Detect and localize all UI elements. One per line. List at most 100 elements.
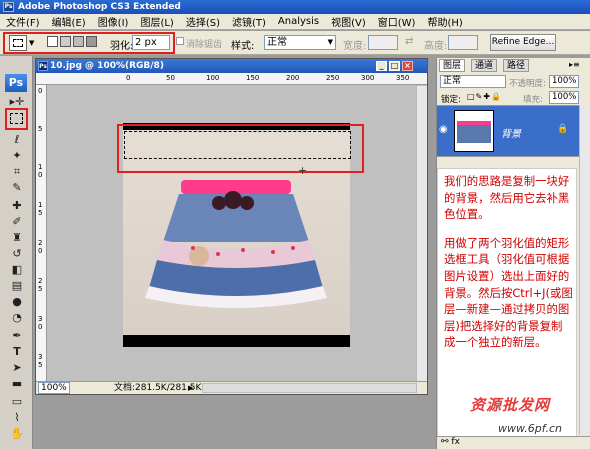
fx-icon[interactable]: fx xyxy=(451,437,460,447)
tab-channels[interactable]: 通道 xyxy=(471,59,498,72)
horizontal-scrollbar[interactable] xyxy=(202,383,417,393)
refine-edge-button[interactable]: Refine Edge... xyxy=(490,34,556,51)
lock-options-icon[interactable]: □✎✚🔒 xyxy=(467,92,502,101)
intersect-selection-icon[interactable] xyxy=(86,36,97,47)
notes-tool-icon[interactable]: ▭ xyxy=(7,394,27,410)
menu-filter[interactable]: 滤镜(T) xyxy=(226,14,272,29)
ruler-h-tick: 50 xyxy=(166,74,175,82)
menu-window[interactable]: 窗口(W) xyxy=(372,14,422,29)
link-layers-icon[interactable]: ⚯ xyxy=(441,437,449,447)
document-status-bar: 100% 文档:281.5K/281.5K ▶ xyxy=(36,381,427,394)
style-value: 正常 xyxy=(267,37,287,48)
photoshop-app-icon: Ps xyxy=(3,2,14,12)
menu-image[interactable]: 图像(I) xyxy=(92,14,135,29)
ruler-h-tick: 150 xyxy=(246,74,260,82)
slice-tool-icon[interactable]: ✎ xyxy=(7,180,27,196)
history-brush-icon[interactable]: ↺ xyxy=(7,246,27,262)
annotation-para-1: 我们的思路是复制一块好的背景，然后用它去补黑色位置。 xyxy=(444,174,570,222)
ruler-v-tick: 0 xyxy=(38,87,43,95)
preset-dropdown-arrow-icon[interactable]: ▼ xyxy=(29,39,34,47)
feather-label: 羽化: xyxy=(110,41,134,52)
magic-wand-tool-icon[interactable]: ✦ xyxy=(7,148,27,164)
menu-bar: 文件(F) 编辑(E) 图像(I) 图层(L) 选择(S) 滤镜(T) Anal… xyxy=(0,14,590,30)
canvas-area[interactable]: + xyxy=(48,86,415,381)
blend-mode-select[interactable]: 正常 xyxy=(440,75,506,88)
lasso-tool-icon[interactable]: ℓ xyxy=(7,132,27,148)
menu-view[interactable]: 视图(V) xyxy=(325,14,372,29)
brush-tool-icon[interactable]: ✐ xyxy=(7,214,27,230)
layers-scrollbar[interactable] xyxy=(579,105,590,435)
ruler-h-tick: 0 xyxy=(126,74,131,82)
pen-tool-icon[interactable]: ✒ xyxy=(7,328,27,344)
vertical-scrollbar[interactable] xyxy=(416,86,427,381)
menu-help[interactable]: 帮助(H) xyxy=(421,14,468,29)
lock-icon: 🔒 xyxy=(557,124,569,134)
ruler-h-tick: 200 xyxy=(286,74,300,82)
maximize-icon[interactable]: □ xyxy=(389,61,400,71)
shape-tool-icon[interactable]: ▬ xyxy=(7,376,27,392)
ruler-v-tick: 5 xyxy=(38,125,43,133)
layer-name: 背景 xyxy=(501,129,521,140)
menu-file[interactable]: 文件(F) xyxy=(0,14,46,29)
document-title-bar[interactable]: Ps 10.jpg @ 100%(RGB/8) _ □ × xyxy=(36,59,427,73)
watermark-cn: 资源批发网 xyxy=(470,396,551,414)
panel-menu-icon[interactable]: ▸≡ xyxy=(569,60,580,69)
layer-row-background[interactable]: ◉ 背景 🔒 xyxy=(437,105,579,157)
hand-tool-icon[interactable]: ✋ xyxy=(7,426,27,442)
zoom-field[interactable]: 100% xyxy=(38,382,70,394)
menu-layer[interactable]: 图层(L) xyxy=(134,14,179,29)
menu-analysis[interactable]: Analysis xyxy=(272,16,325,27)
gradient-tool-icon[interactable]: ▤ xyxy=(7,278,27,294)
blend-mode-value: 正常 xyxy=(443,76,462,86)
status-menu-arrow-icon[interactable]: ▶ xyxy=(188,382,193,394)
vertical-ruler: 0 5 1 0 1 5 2 0 2 5 3 0 3 5 xyxy=(36,85,47,381)
tool-preset-picker[interactable] xyxy=(9,35,27,51)
menu-select[interactable]: 选择(S) xyxy=(180,14,226,29)
add-to-selection-icon[interactable] xyxy=(60,36,71,47)
new-selection-icon[interactable] xyxy=(47,36,58,47)
close-icon[interactable]: × xyxy=(402,61,413,71)
tab-paths[interactable]: 路径 xyxy=(503,59,530,72)
style-label: 样式: xyxy=(231,41,255,52)
healing-brush-icon[interactable]: ✚ xyxy=(7,198,27,214)
eye-visibility-icon[interactable]: ◉ xyxy=(439,124,448,135)
swap-dimensions-icon[interactable]: ⇄ xyxy=(405,36,413,47)
subtract-selection-icon[interactable] xyxy=(73,36,84,47)
feather-input[interactable]: 2 px xyxy=(132,35,170,50)
annotation-para-2: 用做了两个羽化值的矩形选框工具（羽化值可根据图片设置）选出上面好的背景。然后按C… xyxy=(444,235,573,350)
path-select-icon[interactable]: ➤ xyxy=(7,360,27,376)
width-input[interactable] xyxy=(368,35,398,50)
rect-marquee-tool-icon[interactable] xyxy=(10,113,23,124)
antialias-label: 消除锯齿 xyxy=(186,40,223,50)
dodge-tool-icon[interactable]: ◔ xyxy=(7,310,27,326)
fill-label: 填充: xyxy=(523,95,543,105)
selection-highlight-box xyxy=(117,124,364,173)
layers-panel: 图层 通道 路径 ▸≡ 正常 不透明度: 100% 锁定: □✎✚🔒 填充: 1… xyxy=(436,58,590,449)
type-tool-icon[interactable]: T xyxy=(7,344,27,360)
opacity-input[interactable]: 100% xyxy=(549,75,579,88)
layers-bottom-bar: ⚯ fx xyxy=(437,436,590,449)
fill-input[interactable]: 100% xyxy=(549,91,579,104)
blur-tool-icon[interactable]: ● xyxy=(7,294,27,310)
antialias-checkbox[interactable] xyxy=(176,37,184,45)
tab-layers[interactable]: 图层 xyxy=(439,59,466,72)
ruler-v-tick: 2 0 xyxy=(38,239,43,255)
style-select[interactable]: 正常 ▼ xyxy=(264,35,336,50)
ruler-v-tick: 3 5 xyxy=(38,353,43,369)
title-bar: Ps Adobe Photoshop CS3 Extended xyxy=(0,0,590,14)
menu-edit[interactable]: 编辑(E) xyxy=(46,14,92,29)
minimize-icon[interactable]: _ xyxy=(376,61,387,71)
ps-logo: Ps xyxy=(5,74,27,92)
window-title: Adobe Photoshop CS3 Extended xyxy=(18,2,181,12)
opacity-label: 不透明度: xyxy=(509,79,546,89)
height-input[interactable] xyxy=(448,35,478,50)
width-label: 宽度: xyxy=(343,41,367,52)
lock-label: 锁定: xyxy=(441,95,461,105)
clone-stamp-icon[interactable]: ♜ xyxy=(7,230,27,246)
eyedropper-tool-icon[interactable]: ⌇ xyxy=(7,410,27,426)
crop-tool-icon[interactable]: ⌗ xyxy=(7,164,27,180)
ruler-h-tick: 300 xyxy=(361,74,375,82)
ruler-h-tick: 350 xyxy=(396,74,410,82)
eraser-tool-icon[interactable]: ◧ xyxy=(7,262,27,278)
ruler-v-tick: 3 0 xyxy=(38,315,43,331)
